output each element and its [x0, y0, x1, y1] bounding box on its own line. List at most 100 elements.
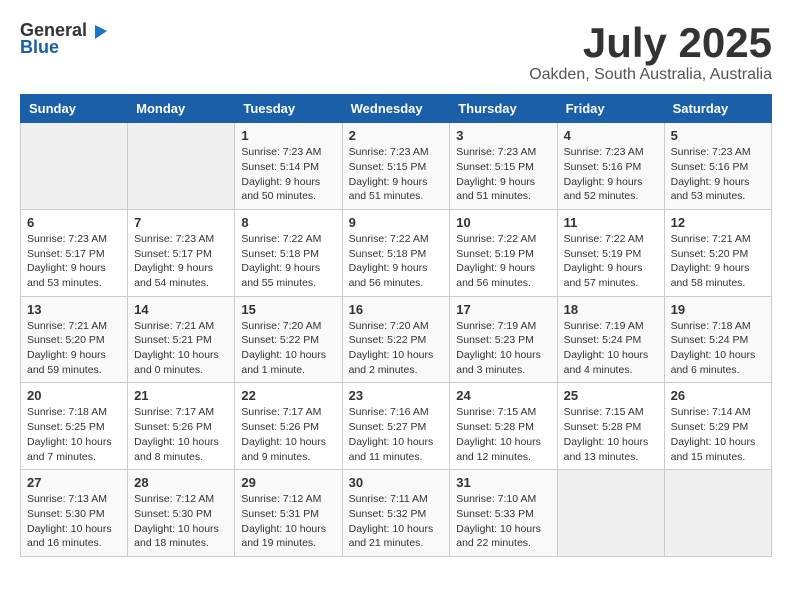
calendar-cell: 4 Sunrise: 7:23 AM Sunset: 5:16 PM Daylig… [557, 123, 664, 210]
day-info: Sunrise: 7:22 AM Sunset: 5:19 PM Dayligh… [564, 232, 658, 291]
day-number: 11 [564, 215, 658, 230]
day-info: Sunrise: 7:14 AM Sunset: 5:29 PM Dayligh… [671, 405, 765, 464]
day-number: 1 [241, 128, 335, 143]
logo-blue-text: Blue [20, 37, 59, 58]
calendar-cell: 24 Sunrise: 7:15 AM Sunset: 5:28 PM Dayli… [450, 383, 557, 470]
day-info: Sunrise: 7:15 AM Sunset: 5:28 PM Dayligh… [564, 405, 658, 464]
day-number: 8 [241, 215, 335, 230]
calendar-cell: 2 Sunrise: 7:23 AM Sunset: 5:15 PM Daylig… [342, 123, 450, 210]
day-info: Sunrise: 7:17 AM Sunset: 5:26 PM Dayligh… [134, 405, 228, 464]
calendar-cell: 10Sunrise: 7:22 AM Sunset: 5:19 PM Dayli… [450, 209, 557, 296]
day-number: 5 [671, 128, 765, 143]
day-info: Sunrise: 7:12 AM Sunset: 5:31 PM Dayligh… [241, 492, 335, 551]
location-title: Oakden, South Australia, Australia [529, 66, 772, 84]
calendar-week-row: 1Sunrise: 7:23 AM Sunset: 5:14 PM Daylig… [21, 123, 772, 210]
calendar-table: SundayMondayTuesdayWednesdayThursdayFrid… [20, 94, 772, 557]
day-number: 9 [349, 215, 444, 230]
day-number: 12 [671, 215, 765, 230]
day-number: 31 [456, 475, 550, 490]
calendar-cell: 30Sunrise: 7:11 AM Sunset: 5:32 PM Dayli… [342, 470, 450, 557]
month-title: July 2025 [529, 20, 772, 66]
calendar-cell: 7 Sunrise: 7:23 AM Sunset: 5:17 PM Daylig… [128, 209, 235, 296]
day-info: Sunrise: 7:19 AM Sunset: 5:24 PM Dayligh… [564, 319, 658, 378]
calendar-cell: 16 Sunrise: 7:20 AM Sunset: 5:22 PM Dayli… [342, 296, 450, 383]
day-number: 22 [241, 388, 335, 403]
calendar-cell: 6 Sunrise: 7:23 AM Sunset: 5:17 PM Daylig… [21, 209, 128, 296]
day-info: Sunrise: 7:12 AM Sunset: 5:30 PM Dayligh… [134, 492, 228, 551]
weekday-header-wednesday: Wednesday [342, 95, 450, 123]
calendar-week-row: 6 Sunrise: 7:23 AM Sunset: 5:17 PM Daylig… [21, 209, 772, 296]
calendar-cell: 23Sunrise: 7:16 AM Sunset: 5:27 PM Dayli… [342, 383, 450, 470]
day-info: Sunrise: 7:19 AM Sunset: 5:23 PM Dayligh… [456, 319, 550, 378]
calendar-cell: 20Sunrise: 7:18 AM Sunset: 5:25 PM Dayli… [21, 383, 128, 470]
day-number: 3 [456, 128, 550, 143]
calendar-cell: 17 Sunrise: 7:19 AM Sunset: 5:23 PM Dayli… [450, 296, 557, 383]
calendar-cell: 12 Sunrise: 7:21 AM Sunset: 5:20 PM Dayli… [664, 209, 771, 296]
calendar-cell: 15Sunrise: 7:20 AM Sunset: 5:22 PM Dayli… [235, 296, 342, 383]
day-number: 26 [671, 388, 765, 403]
day-number: 10 [456, 215, 550, 230]
day-info: Sunrise: 7:23 AM Sunset: 5:16 PM Dayligh… [564, 145, 658, 204]
day-info: Sunrise: 7:13 AM Sunset: 5:30 PM Dayligh… [27, 492, 121, 551]
day-number: 20 [27, 388, 121, 403]
calendar-cell: 25 Sunrise: 7:15 AM Sunset: 5:28 PM Dayli… [557, 383, 664, 470]
day-info: Sunrise: 7:23 AM Sunset: 5:17 PM Dayligh… [27, 232, 121, 291]
weekday-header-monday: Monday [128, 95, 235, 123]
day-number: 29 [241, 475, 335, 490]
weekday-header-saturday: Saturday [664, 95, 771, 123]
day-info: Sunrise: 7:23 AM Sunset: 5:17 PM Dayligh… [134, 232, 228, 291]
day-number: 21 [134, 388, 228, 403]
day-number: 24 [456, 388, 550, 403]
logo: General Blue [20, 20, 109, 58]
day-number: 19 [671, 302, 765, 317]
calendar-header-row: SundayMondayTuesdayWednesdayThursdayFrid… [21, 95, 772, 123]
day-info: Sunrise: 7:21 AM Sunset: 5:20 PM Dayligh… [27, 319, 121, 378]
day-info: Sunrise: 7:23 AM Sunset: 5:15 PM Dayligh… [349, 145, 444, 204]
day-number: 27 [27, 475, 121, 490]
day-number: 18 [564, 302, 658, 317]
calendar-cell [557, 470, 664, 557]
day-number: 7 [134, 215, 228, 230]
day-info: Sunrise: 7:23 AM Sunset: 5:15 PM Dayligh… [456, 145, 550, 204]
calendar-cell [21, 123, 128, 210]
calendar-cell: 27 Sunrise: 7:13 AM Sunset: 5:30 PM Dayli… [21, 470, 128, 557]
header: General Blue July 2025 Oakden, South Aus… [20, 20, 772, 84]
calendar-cell: 19 Sunrise: 7:18 AM Sunset: 5:24 PM Dayli… [664, 296, 771, 383]
title-area: July 2025 Oakden, South Australia, Austr… [529, 20, 772, 84]
day-info: Sunrise: 7:18 AM Sunset: 5:24 PM Dayligh… [671, 319, 765, 378]
day-number: 17 [456, 302, 550, 317]
weekday-header-tuesday: Tuesday [235, 95, 342, 123]
day-number: 6 [27, 215, 121, 230]
day-number: 2 [349, 128, 444, 143]
day-info: Sunrise: 7:20 AM Sunset: 5:22 PM Dayligh… [349, 319, 444, 378]
day-info: Sunrise: 7:22 AM Sunset: 5:18 PM Dayligh… [241, 232, 335, 291]
calendar-cell: 11 Sunrise: 7:22 AM Sunset: 5:19 PM Dayli… [557, 209, 664, 296]
day-number: 16 [349, 302, 444, 317]
calendar-cell: 13 Sunrise: 7:21 AM Sunset: 5:20 PM Dayli… [21, 296, 128, 383]
calendar-cell: 1Sunrise: 7:23 AM Sunset: 5:14 PM Daylig… [235, 123, 342, 210]
calendar-cell [128, 123, 235, 210]
day-number: 4 [564, 128, 658, 143]
day-number: 25 [564, 388, 658, 403]
day-info: Sunrise: 7:21 AM Sunset: 5:20 PM Dayligh… [671, 232, 765, 291]
calendar-cell: 29 Sunrise: 7:12 AM Sunset: 5:31 PM Dayli… [235, 470, 342, 557]
weekday-header-thursday: Thursday [450, 95, 557, 123]
calendar-week-row: 13 Sunrise: 7:21 AM Sunset: 5:20 PM Dayli… [21, 296, 772, 383]
day-info: Sunrise: 7:10 AM Sunset: 5:33 PM Dayligh… [456, 492, 550, 551]
calendar-cell: 9 Sunrise: 7:22 AM Sunset: 5:18 PM Daylig… [342, 209, 450, 296]
day-info: Sunrise: 7:15 AM Sunset: 5:28 PM Dayligh… [456, 405, 550, 464]
calendar-cell [664, 470, 771, 557]
weekday-header-sunday: Sunday [21, 95, 128, 123]
calendar-cell: 8 Sunrise: 7:22 AM Sunset: 5:18 PM Daylig… [235, 209, 342, 296]
calendar-cell: 31 Sunrise: 7:10 AM Sunset: 5:33 PM Dayli… [450, 470, 557, 557]
calendar-cell: 14 Sunrise: 7:21 AM Sunset: 5:21 PM Dayli… [128, 296, 235, 383]
day-number: 28 [134, 475, 228, 490]
calendar-cell: 26 Sunrise: 7:14 AM Sunset: 5:29 PM Dayli… [664, 383, 771, 470]
day-number: 15 [241, 302, 335, 317]
day-number: 14 [134, 302, 228, 317]
calendar-cell: 5Sunrise: 7:23 AM Sunset: 5:16 PM Daylig… [664, 123, 771, 210]
day-number: 13 [27, 302, 121, 317]
day-info: Sunrise: 7:21 AM Sunset: 5:21 PM Dayligh… [134, 319, 228, 378]
day-info: Sunrise: 7:11 AM Sunset: 5:32 PM Dayligh… [349, 492, 444, 551]
day-info: Sunrise: 7:22 AM Sunset: 5:18 PM Dayligh… [349, 232, 444, 291]
